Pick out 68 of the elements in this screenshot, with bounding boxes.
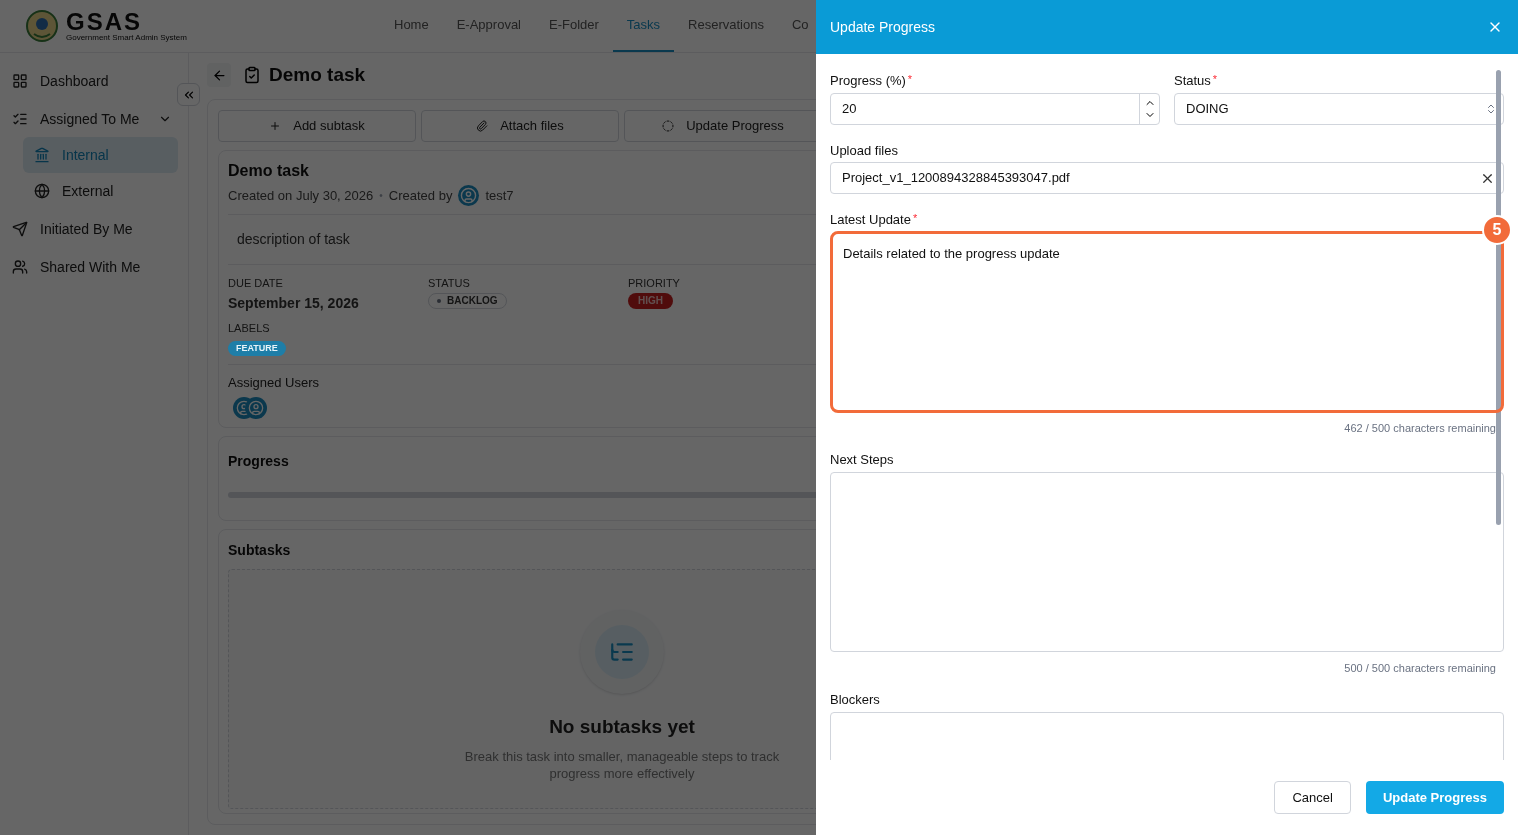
status-select[interactable]: DOING (1174, 92, 1504, 125)
avatar-icon (245, 396, 267, 419)
sidebar-item[interactable]: Initiated By Me (10, 211, 178, 247)
field-label: Status* (1174, 72, 1219, 90)
field-label: Blockers (830, 691, 881, 709)
avatar-icon (458, 185, 480, 206)
separator-dot: • (379, 189, 383, 203)
next-steps-field[interactable] (830, 471, 1504, 652)
progress-input[interactable]: 20 (830, 92, 1160, 125)
logo-title: GSAS (66, 10, 143, 34)
field-label: Next Steps (830, 451, 895, 469)
checklist-icon (12, 111, 28, 127)
character-counter: 500 / 500 characters remaining (1344, 660, 1496, 676)
field-label: DUE DATE (228, 276, 283, 291)
priority-tag: HIGH (628, 292, 673, 309)
back-button[interactable] (207, 63, 231, 87)
created-date: Created on July 30, 2026 (228, 186, 374, 205)
nav-tab[interactable]: Reservations (674, 0, 778, 52)
grid-icon (12, 73, 28, 89)
step-badge: 5 (1482, 214, 1512, 245)
sidebar-item[interactable]: Dashboard (10, 63, 178, 99)
building-icon (34, 147, 50, 163)
field-label: STATUS (428, 276, 470, 291)
logo-subtitle: Government Smart Admin System (66, 34, 187, 42)
action-button[interactable]: Add subtask (218, 110, 416, 142)
paperclip-icon (476, 120, 489, 132)
nav-tab[interactable]: Tasks (612, 0, 675, 52)
required-mark: * (907, 73, 913, 85)
required-mark: * (1212, 73, 1218, 85)
panel-title: Update Progress (830, 17, 936, 37)
page-title: Demo task (269, 62, 366, 87)
field-label: Upload files (830, 141, 899, 160)
paper-plane-icon (12, 221, 28, 237)
globe-icon (34, 183, 50, 199)
task-title: Demo task (228, 161, 309, 181)
section-title: Progress (228, 451, 289, 471)
section-title: Subtasks (228, 540, 291, 560)
submit-button[interactable]: Update Progress (1365, 781, 1504, 814)
sidebar-item[interactable]: Internal (23, 137, 178, 173)
field-value: September 15, 2026 (228, 293, 359, 313)
created-by-label: Created by (388, 186, 453, 205)
sidebar-item[interactable]: Assigned To Me (10, 101, 178, 137)
creator-name: test7 (485, 186, 514, 205)
clipboard-icon (243, 66, 261, 84)
task-description: description of task (237, 230, 350, 249)
assigned-heading: Assigned Users (228, 374, 320, 392)
dashed-circle-icon (662, 120, 675, 132)
label-tag: FEATURE (228, 341, 286, 356)
field-label: PRIORITY (628, 276, 680, 291)
select-arrows-icon (1485, 102, 1497, 115)
nav-tab[interactable]: E-Folder (535, 0, 613, 52)
labels-heading: LABELS (228, 320, 270, 336)
emblem-icon (26, 10, 58, 42)
sidebar-item[interactable]: Shared With Me (10, 249, 178, 285)
nav-tab[interactable]: Home (380, 0, 443, 52)
sidebar-item[interactable]: External (23, 173, 178, 209)
character-counter: 462 / 500 characters remaining (1344, 420, 1496, 436)
plus-icon (269, 120, 282, 132)
action-button[interactable]: Attach files (421, 110, 619, 142)
nav-tab[interactable]: E-Approval (442, 0, 535, 52)
cancel-button[interactable]: Cancel (1274, 781, 1351, 814)
back-icon (211, 67, 227, 83)
file-input[interactable]: Project_v1_1200894328845393047.pdf (830, 162, 1504, 194)
field-label: Progress (%)* (830, 72, 914, 90)
people-icon (12, 259, 28, 275)
collapse-button[interactable] (177, 83, 200, 106)
empty-title: No subtasks yet (549, 715, 695, 738)
required-mark: * (912, 212, 918, 224)
